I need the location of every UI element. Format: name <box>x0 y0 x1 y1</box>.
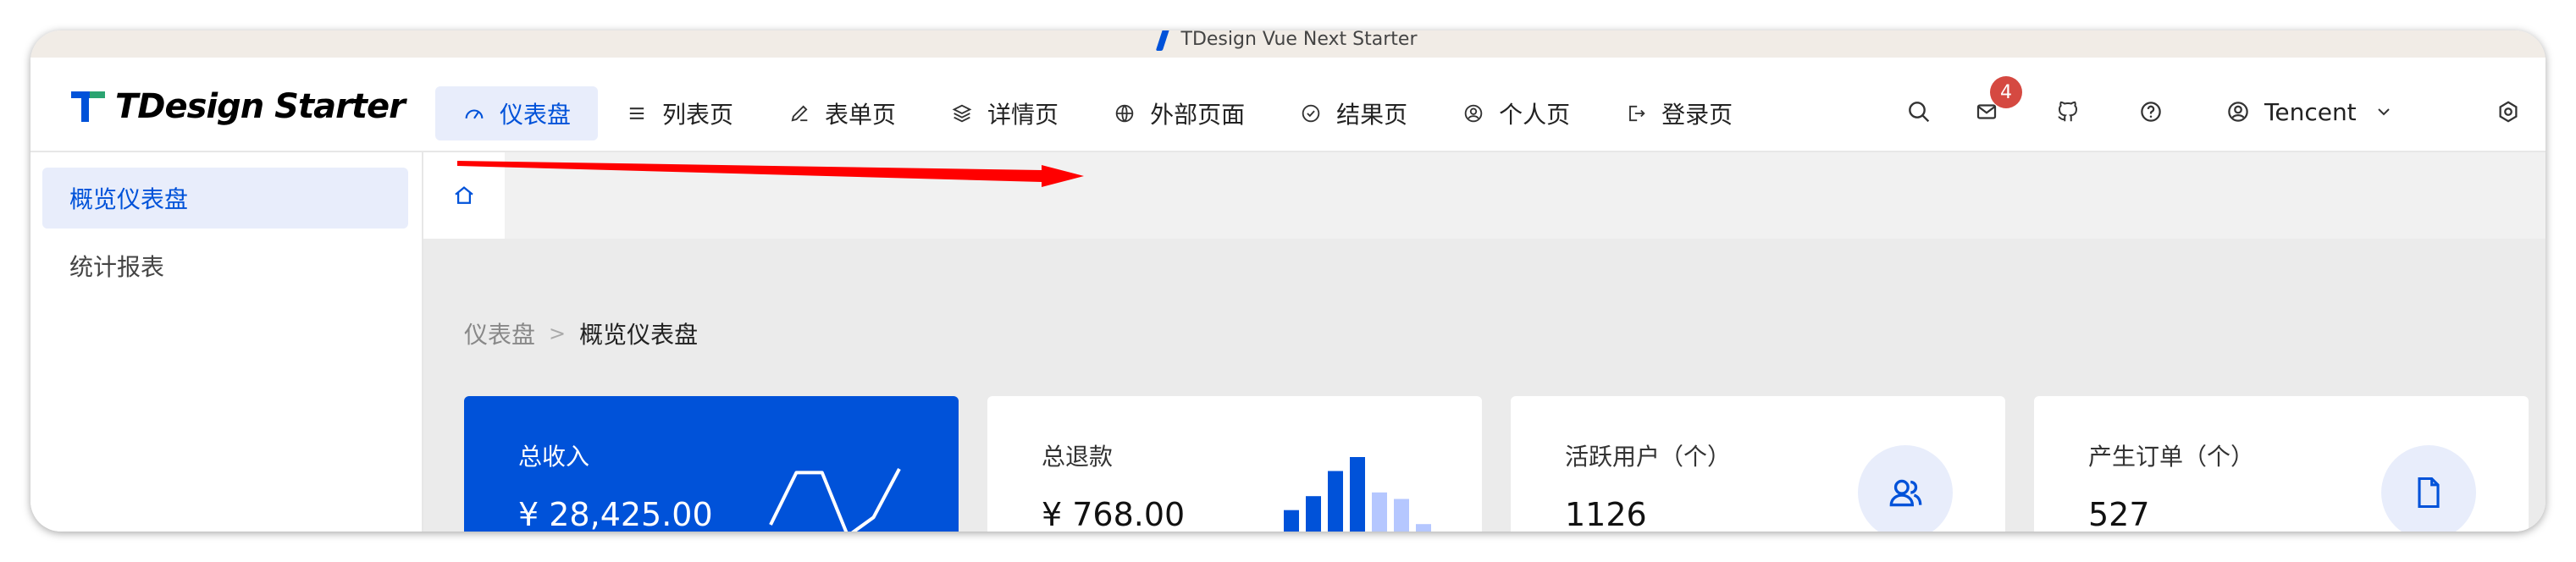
logout-icon <box>1629 105 1645 122</box>
logo-text: TDesign Starter <box>115 87 406 126</box>
nav-item-detail[interactable]: 详情页 <box>923 86 1086 140</box>
user-name: Tencent <box>2264 97 2357 126</box>
side-menu: 概览仪表盘 统计报表 <box>30 152 423 532</box>
help-button[interactable] <box>2124 85 2178 139</box>
stat-card-refund: 总退款 ¥ 768.00 <box>987 396 1482 532</box>
tdesign-logo-icon <box>1155 30 1169 51</box>
breadcrumb-parent[interactable]: 仪表盘 <box>464 317 535 350</box>
nav-item-result[interactable]: 结果页 <box>1272 86 1434 140</box>
app-logo[interactable]: TDesign Starter <box>69 81 406 132</box>
sidebar-item-statistics[interactable]: 统计报表 <box>42 235 408 296</box>
refund-bar-chart <box>1284 457 1431 532</box>
title-bar: TDesign Vue Next Starter <box>30 30 2546 58</box>
nav-item-dashboard[interactable]: 仪表盘 <box>435 86 599 140</box>
refund-bar <box>1394 499 1409 532</box>
user-menu[interactable]: Tencent <box>2225 85 2412 139</box>
card-value: ¥ 768.00 <box>1042 496 1186 532</box>
nav-item-external[interactable]: 外部页面 <box>1086 86 1272 140</box>
search-button[interactable] <box>1892 85 1946 139</box>
refund-bar <box>1350 457 1365 532</box>
users-icon <box>1889 479 1922 507</box>
file-icon-badge <box>2381 445 2476 532</box>
list-icon <box>629 107 644 119</box>
dashboard-icon <box>465 109 484 119</box>
nav-item-label: 个人页 <box>1499 101 1571 129</box>
refund-bar <box>1328 471 1343 532</box>
breadcrumb: 仪表盘 > 概览仪表盘 <box>464 317 698 350</box>
main-content: 仪表盘 > 概览仪表盘 总收入 ¥ 28,425.00 总退款 ¥ 768.00… <box>423 152 2546 532</box>
github-icon <box>2058 101 2078 122</box>
globe-icon <box>1115 104 1134 123</box>
arrow-shape-icon <box>457 161 1084 187</box>
refund-bar <box>1372 492 1387 532</box>
tdesign-logo-icon <box>71 91 105 122</box>
help-circle-icon <box>2141 102 2161 122</box>
card-label: 活跃用户（个） <box>1565 443 1732 471</box>
search-icon <box>1909 102 1930 123</box>
revenue-trend-chart <box>769 468 901 532</box>
sidebar-item-overview[interactable]: 概览仪表盘 <box>42 168 408 229</box>
refund-bar <box>1416 524 1431 532</box>
refund-bar <box>1306 496 1321 532</box>
browser-window: TDesign Vue Next Starter TDesign Starter… <box>30 30 2546 532</box>
nav-item-label: 表单页 <box>825 101 897 129</box>
revenue-trend-line <box>769 468 901 532</box>
notification-badge: 4 <box>1990 76 2022 108</box>
notification-button[interactable]: 4 <box>1960 76 2022 139</box>
card-label: 总收入 <box>518 443 590 471</box>
nav-item-login[interactable]: 登录页 <box>1597 86 1760 140</box>
nav-item-form[interactable]: 表单页 <box>760 86 923 140</box>
nav-item-label: 外部页面 <box>1150 101 1246 129</box>
users-icon-badge <box>1858 445 1953 532</box>
user-circle-icon <box>1464 104 1483 123</box>
card-label: 总退款 <box>1042 443 1114 471</box>
stat-card-orders: 产生订单（个） 527 <box>2034 396 2529 532</box>
sidebar-item-label: 概览仪表盘 <box>69 185 189 213</box>
file-icon <box>2418 477 2440 509</box>
nav-item-label: 登录页 <box>1661 101 1733 129</box>
nav-item-personal[interactable]: 个人页 <box>1434 86 1597 140</box>
card-value: 527 <box>2088 496 2150 532</box>
window-title: TDesign Vue Next Starter <box>30 30 2546 51</box>
stat-card-active-users: 活跃用户（个） 1126 <box>1511 396 2005 532</box>
nav-item-label: 列表页 <box>662 101 734 129</box>
nav-item-label: 详情页 <box>987 101 1059 129</box>
nav-item-list[interactable]: 列表页 <box>598 86 760 140</box>
sidebar-item-label: 统计报表 <box>69 253 165 281</box>
nav-item-label: 仪表盘 <box>500 101 572 129</box>
window-title-text: TDesign Vue Next Starter <box>1180 30 1418 50</box>
user-circle-icon <box>2228 102 2248 122</box>
refund-bar <box>1284 510 1299 532</box>
nav-item-label: 结果页 <box>1336 101 1408 129</box>
top-header: TDesign Starter 仪表盘 列表页 表单页 详情页 外部页面 结果页… <box>30 58 2546 152</box>
settings-button[interactable] <box>2481 85 2535 139</box>
chevron-down-icon <box>2377 108 2390 116</box>
stat-card-revenue: 总收入 ¥ 28,425.00 <box>464 396 959 532</box>
card-value: ¥ 28,425.00 <box>518 496 713 532</box>
annotation-arrow <box>457 161 1084 187</box>
card-label: 产生订单（个） <box>2088 443 2255 471</box>
breadcrumb-separator-icon: > <box>549 322 567 345</box>
layers-icon <box>952 104 972 123</box>
check-circle-icon <box>1302 104 1320 123</box>
github-button[interactable] <box>2041 85 2095 139</box>
card-value: 1126 <box>1565 496 1647 532</box>
top-nav: 仪表盘 列表页 表单页 详情页 外部页面 结果页 个人页 登录页 <box>435 86 1760 140</box>
gear-icon <box>2499 101 2518 123</box>
breadcrumb-current: 概览仪表盘 <box>579 321 699 349</box>
edit-icon <box>791 105 808 122</box>
